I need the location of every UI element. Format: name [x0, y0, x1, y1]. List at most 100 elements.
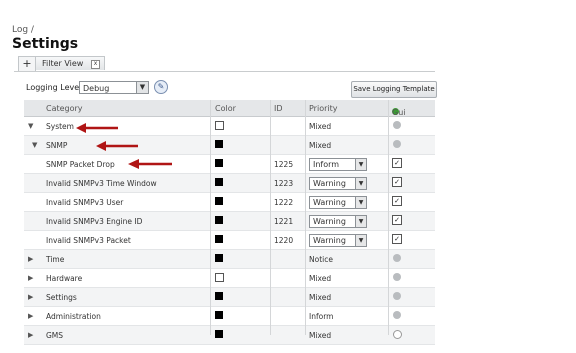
- chevron-right-icon[interactable]: ▶: [28, 312, 33, 320]
- grid-header: Category Color ID Priority Gui: [24, 100, 435, 117]
- color-swatch[interactable]: [215, 254, 223, 262]
- color-swatch[interactable]: [215, 121, 224, 130]
- gui-status-icon[interactable]: [393, 292, 401, 300]
- logging-level-value: Debug: [83, 84, 110, 93]
- logging-level-select[interactable]: Debug ▼: [79, 81, 149, 94]
- wrench-icon[interactable]: ✎: [154, 80, 168, 94]
- category-label: SNMP: [46, 141, 68, 150]
- priority-value: Warning: [313, 179, 346, 188]
- color-swatch[interactable]: [215, 311, 223, 319]
- gui-status-icon[interactable]: [393, 121, 401, 129]
- chevron-down-icon: ▼: [355, 159, 366, 170]
- color-swatch[interactable]: [215, 178, 223, 186]
- priority-value: Warning: [313, 236, 346, 245]
- priority-value: Warning: [313, 198, 346, 207]
- priority-value: Inform: [313, 160, 340, 169]
- priority-label: Mixed: [309, 141, 332, 150]
- priority-select[interactable]: Inform ▼: [309, 158, 367, 171]
- gui-checkbox[interactable]: ✓: [392, 215, 402, 225]
- priority-label: Mixed: [309, 274, 332, 283]
- gui-checkbox[interactable]: ✓: [392, 196, 402, 206]
- table-row[interactable]: Invalid SNMPv3 Engine ID 1221 Warning ▼ ✓: [24, 212, 435, 231]
- chevron-down-icon: ▼: [355, 178, 366, 189]
- category-label: Settings: [46, 293, 77, 302]
- priority-label: Inform: [309, 312, 334, 321]
- chevron-right-icon[interactable]: ▶: [28, 331, 33, 339]
- color-swatch[interactable]: [215, 140, 223, 148]
- table-row[interactable]: ▶ GMS Mixed: [24, 326, 435, 345]
- column-header-gui-label: Gui: [392, 108, 406, 117]
- category-label: Time: [46, 255, 65, 264]
- close-icon[interactable]: x: [91, 60, 100, 69]
- column-header-category[interactable]: Category: [46, 104, 83, 113]
- column-header-priority[interactable]: Priority: [309, 104, 337, 113]
- table-row[interactable]: ▼ SNMP Mixed: [24, 136, 435, 155]
- tab-filter-view[interactable]: Filter View x: [35, 56, 105, 70]
- add-tab-button[interactable]: +: [18, 56, 36, 71]
- chevron-right-icon[interactable]: ▶: [28, 274, 33, 282]
- column-header-color[interactable]: Color: [215, 104, 236, 113]
- color-swatch[interactable]: [215, 216, 223, 224]
- priority-select[interactable]: Warning ▼: [309, 177, 367, 190]
- priority-select[interactable]: Warning ▼: [309, 215, 367, 228]
- gui-status-icon[interactable]: [393, 140, 401, 148]
- category-label: Invalid SNMPv3 Engine ID: [46, 217, 143, 226]
- table-row[interactable]: SNMP Packet Drop 1225 Inform ▼ ✓: [24, 155, 435, 174]
- category-label: Invalid SNMPv3 Packet: [46, 236, 131, 245]
- gui-checkbox[interactable]: ✓: [392, 177, 402, 187]
- priority-select[interactable]: Warning ▼: [309, 196, 367, 209]
- category-label: System: [46, 122, 74, 131]
- chevron-down-icon: ▼: [136, 82, 148, 93]
- chevron-down-icon: ▼: [355, 216, 366, 227]
- priority-value: Warning: [313, 217, 346, 226]
- chevron-right-icon[interactable]: ▶: [28, 255, 33, 263]
- table-row[interactable]: Invalid SNMPv3 Packet 1220 Warning ▼ ✓: [24, 231, 435, 250]
- category-label: Invalid SNMPv3 Time Window: [46, 179, 157, 188]
- chevron-down-icon[interactable]: ▼: [32, 141, 37, 149]
- category-label: SNMP Packet Drop: [46, 160, 115, 169]
- event-id: 1225: [274, 160, 294, 169]
- category-label: Administration: [46, 312, 101, 321]
- table-row[interactable]: Invalid SNMPv3 Time Window 1223 Warning ▼ ✓: [24, 174, 435, 193]
- color-swatch[interactable]: [215, 273, 224, 282]
- color-swatch[interactable]: [215, 330, 223, 338]
- chevron-down-icon: ▼: [355, 235, 366, 246]
- chevron-down-icon[interactable]: ▼: [28, 122, 33, 130]
- color-swatch[interactable]: [215, 235, 223, 243]
- table-row[interactable]: ▶ Time Notice: [24, 250, 435, 269]
- color-swatch[interactable]: [215, 197, 223, 205]
- event-id: 1221: [274, 217, 294, 226]
- gui-status-icon[interactable]: [393, 254, 401, 262]
- table-row[interactable]: ▼ System Mixed: [24, 117, 435, 136]
- gui-status-icon[interactable]: [393, 311, 401, 319]
- color-swatch[interactable]: [215, 292, 223, 300]
- priority-select[interactable]: Warning ▼: [309, 234, 367, 247]
- gui-checkbox[interactable]: ✓: [392, 158, 402, 168]
- page-title: Settings: [12, 36, 79, 52]
- logging-level-label: Logging Level:: [26, 83, 85, 92]
- gui-checkbox[interactable]: ✓: [392, 234, 402, 244]
- breadcrumb[interactable]: Log /: [12, 25, 34, 35]
- event-id: 1222: [274, 198, 294, 207]
- table-row[interactable]: ▶ Settings Mixed: [24, 288, 435, 307]
- priority-label: Mixed: [309, 331, 332, 340]
- chevron-right-icon[interactable]: ▶: [28, 293, 33, 301]
- priority-label: Notice: [309, 255, 333, 264]
- category-label: GMS: [46, 331, 64, 340]
- table-row[interactable]: ▶ Administration Inform: [24, 307, 435, 326]
- chevron-down-icon: ▼: [355, 197, 366, 208]
- color-swatch[interactable]: [215, 159, 223, 167]
- priority-label: Mixed: [309, 293, 332, 302]
- save-logging-template-button[interactable]: Save Logging Template: [351, 81, 437, 98]
- gui-status-icon[interactable]: [393, 330, 402, 339]
- column-header-id[interactable]: ID: [274, 104, 283, 113]
- table-row[interactable]: ▶ Hardware Mixed: [24, 269, 435, 288]
- category-label: Hardware: [46, 274, 83, 283]
- category-label: Invalid SNMPv3 User: [46, 198, 124, 207]
- tab-filter-view-label: Filter View: [42, 59, 84, 68]
- event-id: 1220: [274, 236, 294, 245]
- tab-bar: + Filter View x: [14, 55, 435, 72]
- event-id: 1223: [274, 179, 294, 188]
- table-row[interactable]: Invalid SNMPv3 User 1222 Warning ▼ ✓: [24, 193, 435, 212]
- gui-status-icon[interactable]: [393, 273, 401, 281]
